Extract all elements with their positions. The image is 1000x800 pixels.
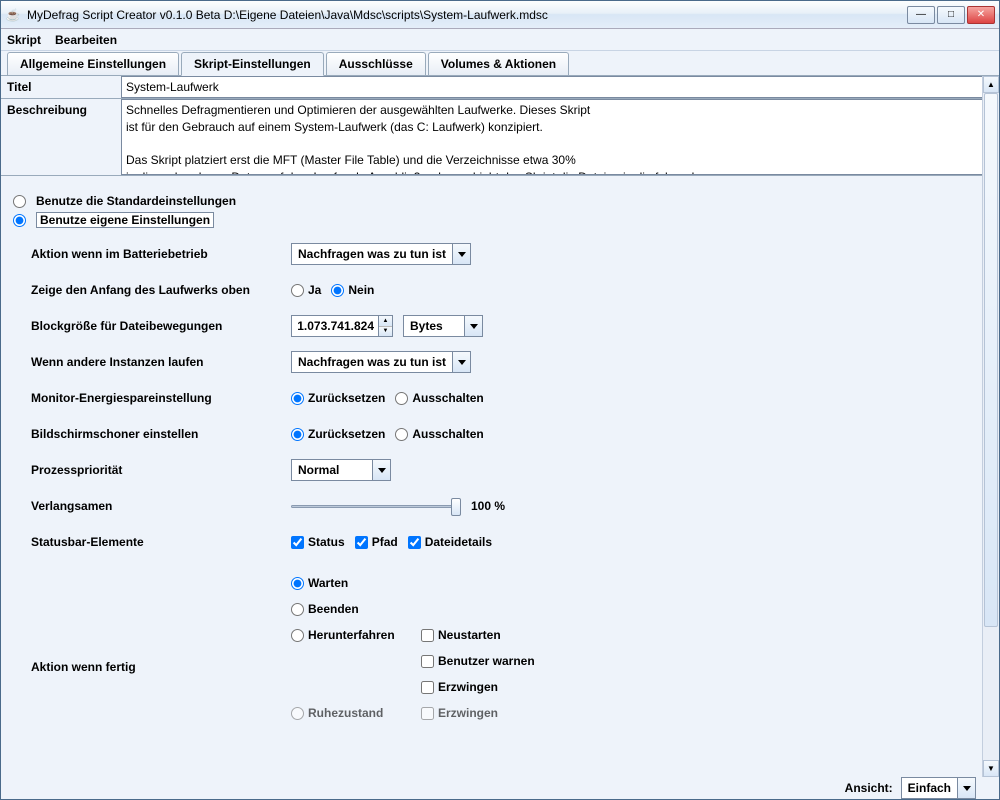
done-force[interactable]: Erzwingen [421, 680, 498, 694]
otherinst-value: Nachfragen was zu tun ist [292, 355, 452, 369]
radio-default-settings[interactable]: Benutze die Standardeinstellungen [13, 194, 987, 208]
description-label: Beschreibung [1, 99, 121, 175]
battery-value: Nachfragen was zu tun ist [292, 247, 452, 261]
battery-combo[interactable]: Nachfragen was zu tun ist [291, 243, 471, 265]
view-value: Einfach [902, 781, 957, 795]
slowdown-label: Verlangsamen [31, 499, 291, 513]
slider-track [291, 505, 461, 508]
title-input[interactable] [121, 76, 999, 98]
done-warn[interactable]: Benutzer warnen [421, 654, 535, 668]
menu-script[interactable]: Skript [7, 33, 41, 47]
done-exit[interactable]: Beenden [291, 602, 359, 616]
java-icon: ☕ [5, 7, 21, 23]
maximize-button[interactable]: □ [937, 6, 965, 24]
done-wait[interactable]: Warten [291, 576, 348, 590]
sb-status[interactable]: Status [291, 535, 345, 549]
otherinst-label: Wenn andere Instanzen laufen [31, 355, 291, 369]
title-label: Titel [1, 76, 121, 98]
chevron-down-icon[interactable] [452, 352, 470, 372]
description-row: Beschreibung Schnelles Defragmentieren u… [1, 99, 999, 176]
battery-label: Aktion wenn im Batteriebetrieb [31, 247, 291, 261]
chevron-down-icon[interactable] [464, 316, 482, 336]
content-area: Titel Beschreibung Schnelles Defragmenti… [1, 76, 999, 799]
monitor-reset[interactable]: Zurücksetzen [291, 391, 385, 405]
radio-custom-input[interactable] [13, 214, 26, 227]
window-title: MyDefrag Script Creator v0.1.0 Beta D:\E… [27, 8, 907, 22]
scroll-pane[interactable]: Titel Beschreibung Schnelles Defragmenti… [1, 76, 999, 799]
priority-value: Normal [292, 463, 372, 477]
blocksize-unit-combo[interactable]: Bytes [403, 315, 483, 337]
priority-combo[interactable]: Normal [291, 459, 391, 481]
done-hibernate[interactable]: Ruhezustand [291, 706, 383, 720]
done-label: Aktion wenn fertig [31, 570, 291, 674]
done-restart[interactable]: Neustarten [421, 628, 501, 642]
chevron-down-icon[interactable] [372, 460, 390, 480]
scroll-track[interactable] [983, 93, 999, 760]
menubar: Skript Bearbeiten [1, 29, 999, 51]
tab-volumes[interactable]: Volumes & Aktionen [428, 52, 569, 75]
monitor-label: Monitor-Energiespareinstellung [31, 391, 291, 405]
radio-default-label: Benutze die Standardeinstellungen [36, 194, 236, 208]
scroll-down-icon[interactable]: ▼ [983, 760, 999, 777]
chevron-down-icon[interactable] [957, 778, 975, 798]
blocksize-unit: Bytes [404, 319, 464, 333]
screensaver-label: Bildschirmschoner einstellen [31, 427, 291, 441]
slowdown-value: 100 % [471, 499, 505, 513]
radio-default-input[interactable] [13, 195, 26, 208]
slowdown-slider[interactable] [291, 496, 461, 516]
blocksize-spinner[interactable]: ▲▼ [291, 315, 393, 337]
sb-details[interactable]: Dateidetails [408, 535, 492, 549]
statusbar-label: Statusbar-Elemente [31, 535, 291, 549]
done-shutdown[interactable]: Herunterfahren [291, 628, 395, 642]
radio-custom-label: Benutze eigene Einstellungen [36, 212, 214, 228]
priority-label: Prozesspriorität [31, 463, 291, 477]
main-window: ☕ MyDefrag Script Creator v0.1.0 Beta D:… [0, 0, 1000, 800]
done-force2[interactable]: Erzwingen [421, 706, 498, 720]
close-button[interactable]: ✕ [967, 6, 995, 24]
otherinst-combo[interactable]: Nachfragen was zu tun ist [291, 351, 471, 373]
form-area: Benutze die Standardeinstellungen Benutz… [1, 176, 999, 766]
monitor-off[interactable]: Ausschalten [395, 391, 483, 405]
scroll-thumb[interactable] [984, 93, 998, 627]
slider-thumb[interactable] [451, 498, 461, 516]
vertical-scrollbar[interactable]: ▲ ▼ [982, 76, 999, 777]
sb-path[interactable]: Pfad [355, 535, 398, 549]
screensaver-off[interactable]: Ausschalten [395, 427, 483, 441]
title-row: Titel [1, 76, 999, 99]
blocksize-input[interactable] [292, 316, 378, 336]
showtop-no[interactable]: Nein [331, 283, 374, 297]
window-buttons: — □ ✕ [907, 6, 995, 24]
chevron-down-icon[interactable] [452, 244, 470, 264]
footer: Ansicht: Einfach [839, 777, 982, 799]
radio-custom-settings[interactable]: Benutze eigene Einstellungen [13, 212, 987, 228]
blocksize-label: Blockgröße für Dateibewegungen [31, 319, 291, 333]
view-label: Ansicht: [845, 781, 893, 795]
spinner-buttons[interactable]: ▲▼ [378, 316, 392, 336]
description-textarea[interactable]: Schnelles Defragmentieren und Optimieren… [121, 99, 999, 175]
view-combo[interactable]: Einfach [901, 777, 976, 799]
menu-edit[interactable]: Bearbeiten [55, 33, 117, 47]
custom-settings: Aktion wenn im Batteriebetrieb Nachfrage… [31, 236, 987, 726]
showtop-label: Zeige den Anfang des Laufwerks oben [31, 283, 291, 297]
tab-general[interactable]: Allgemeine Einstellungen [7, 52, 179, 75]
titlebar[interactable]: ☕ MyDefrag Script Creator v0.1.0 Beta D:… [1, 1, 999, 29]
tab-script[interactable]: Skript-Einstellungen [181, 52, 324, 76]
tab-excludes[interactable]: Ausschlüsse [326, 52, 426, 75]
minimize-button[interactable]: — [907, 6, 935, 24]
showtop-yes[interactable]: Ja [291, 283, 321, 297]
tabbar: Allgemeine Einstellungen Skript-Einstell… [1, 51, 999, 76]
screensaver-reset[interactable]: Zurücksetzen [291, 427, 385, 441]
scroll-up-icon[interactable]: ▲ [983, 76, 999, 93]
